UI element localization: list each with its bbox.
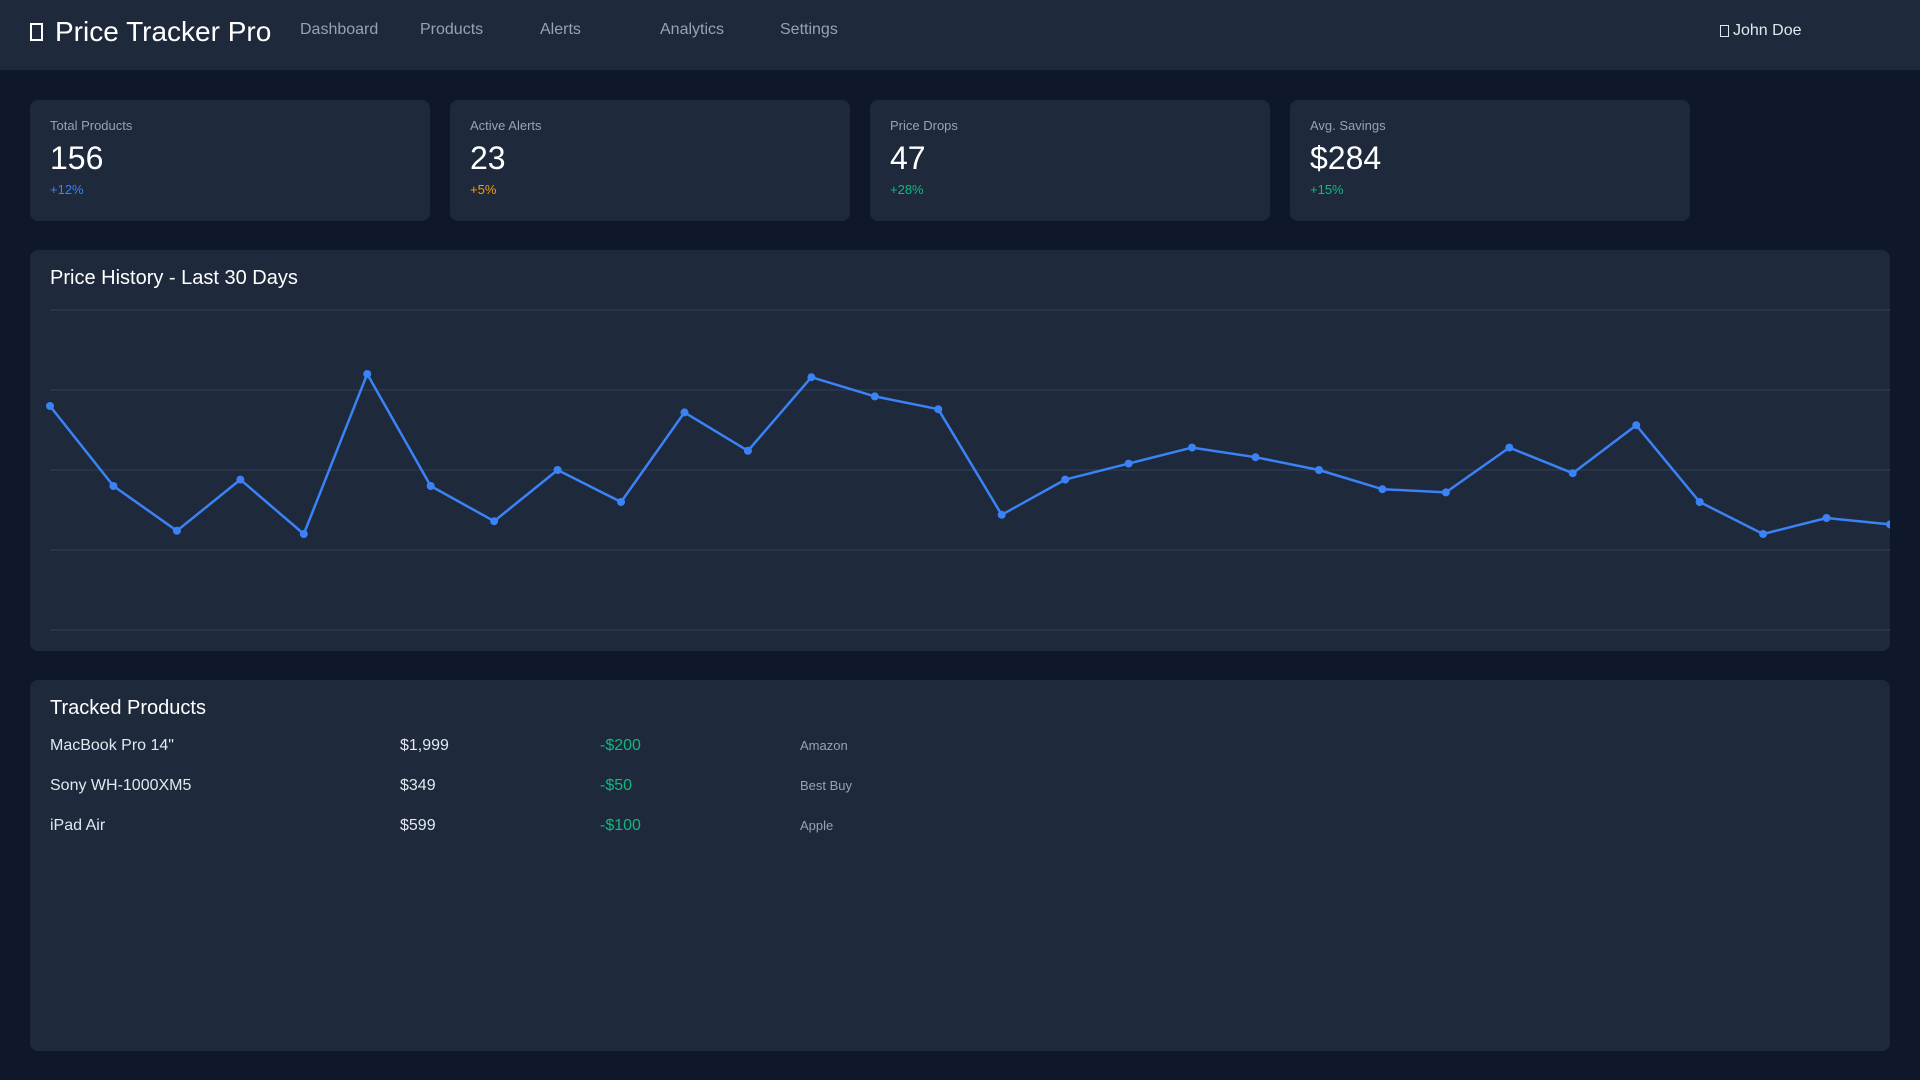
stat-change: +28%	[890, 182, 924, 197]
chart-data-point[interactable]	[1378, 485, 1387, 494]
chart-data-point[interactable]	[299, 530, 308, 538]
user-name: John Doe	[1733, 22, 1802, 39]
stat-label: Price Drops	[890, 118, 958, 133]
chart-data-point[interactable]	[553, 466, 562, 474]
price-history-chart	[46, 309, 1890, 631]
nav-item-products[interactable]: Products	[420, 21, 483, 39]
product-store: Best Buy	[800, 778, 853, 793]
stat-card-price-drops: Price Drops 47 +28%	[870, 100, 1270, 221]
nav-item-alerts[interactable]: Alerts	[540, 21, 581, 39]
chart-data-point[interactable]	[1759, 530, 1768, 538]
stat-label: Active Alerts	[470, 118, 542, 133]
stat-change: +15%	[1310, 182, 1344, 197]
chart-data-point[interactable]	[743, 446, 752, 455]
chart-data-point[interactable]	[172, 526, 181, 535]
nav-item-analytics[interactable]: Analytics	[660, 21, 724, 39]
table-row[interactable]: MacBook Pro 14" $1,999 -$200 Amazon	[50, 737, 1050, 761]
chart-data-point[interactable]	[1568, 469, 1577, 478]
stat-value: 156	[50, 140, 104, 176]
chart-data-point[interactable]	[934, 405, 943, 414]
chart-data-point[interactable]	[617, 498, 626, 506]
chart-data-point[interactable]	[363, 370, 372, 378]
stat-value: $284	[1310, 140, 1382, 176]
table-row[interactable]: iPad Air $599 -$100 Apple	[50, 817, 1050, 841]
chart-data-point[interactable]	[236, 475, 245, 484]
product-price-change: -$100	[600, 817, 641, 834]
chart-data-point[interactable]	[1124, 459, 1133, 468]
stat-card-active-alerts: Active Alerts 23 +5%	[450, 100, 850, 221]
nav-item-settings[interactable]: Settings	[780, 21, 838, 39]
chart-data-point[interactable]	[1886, 520, 1890, 529]
nav-item-dashboard[interactable]: Dashboard	[300, 21, 378, 39]
stat-card-total-products: Total Products 156 +12%	[30, 100, 430, 221]
stat-label: Total Products	[50, 118, 133, 133]
stat-value: 47	[890, 140, 926, 176]
chart-data-point[interactable]	[490, 517, 499, 526]
square-icon	[30, 23, 43, 41]
chart-data-point[interactable]	[1632, 421, 1641, 430]
product-store: Apple	[800, 818, 834, 833]
tracked-products-card: Tracked Products MacBook Pro 14" $1,999 …	[30, 680, 1890, 1051]
product-price-change: -$50	[600, 777, 633, 794]
chart-data-point[interactable]	[997, 510, 1006, 519]
app-title: Price Tracker Pro	[55, 16, 272, 47]
top-navigation-bar: Price Tracker Pro Dashboard Products Ale…	[0, 0, 1920, 70]
chart-data-point[interactable]	[680, 408, 689, 417]
chart-data-point[interactable]	[1505, 443, 1514, 452]
stat-change: +5%	[470, 182, 497, 197]
chart-data-point[interactable]	[1251, 453, 1260, 462]
stat-change: +12%	[50, 182, 84, 197]
price-series-line	[49, 372, 1890, 536]
chart-data-point[interactable]	[1822, 514, 1831, 522]
product-name: iPad Air	[50, 817, 106, 834]
stat-value: 23	[470, 140, 506, 176]
chart-data-point[interactable]	[1314, 466, 1323, 474]
product-name: Sony WH-1000XM5	[50, 777, 192, 794]
tracked-products-title: Tracked Products	[50, 697, 206, 719]
chart-data-point[interactable]	[109, 482, 118, 490]
chart-data-point[interactable]	[1061, 475, 1070, 484]
chart-data-point[interactable]	[46, 402, 54, 410]
app-logo[interactable]: Price Tracker Pro	[30, 14, 271, 50]
product-price-change: -$200	[600, 737, 641, 754]
product-price: $349	[400, 777, 436, 794]
chart-data-point[interactable]	[1695, 498, 1704, 506]
chart-data-point[interactable]	[426, 482, 435, 490]
chart-data-point[interactable]	[1188, 443, 1197, 452]
user-menu[interactable]: John Doe	[1720, 22, 1802, 40]
stat-card-avg-savings: Avg. Savings $284 +15%	[1290, 100, 1690, 221]
price-history-chart-card: Price History - Last 30 Days	[30, 250, 1890, 651]
user-icon	[1720, 25, 1729, 37]
product-store: Amazon	[800, 738, 848, 753]
product-name: MacBook Pro 14"	[50, 737, 174, 754]
chart-data-point[interactable]	[870, 392, 879, 401]
chart-data-point[interactable]	[1441, 488, 1450, 497]
chart-data-point[interactable]	[807, 373, 816, 382]
product-price: $599	[400, 817, 436, 834]
product-price: $1,999	[400, 737, 449, 754]
table-row[interactable]: Sony WH-1000XM5 $349 -$50 Best Buy	[50, 777, 1050, 801]
stat-label: Avg. Savings	[1310, 118, 1386, 133]
